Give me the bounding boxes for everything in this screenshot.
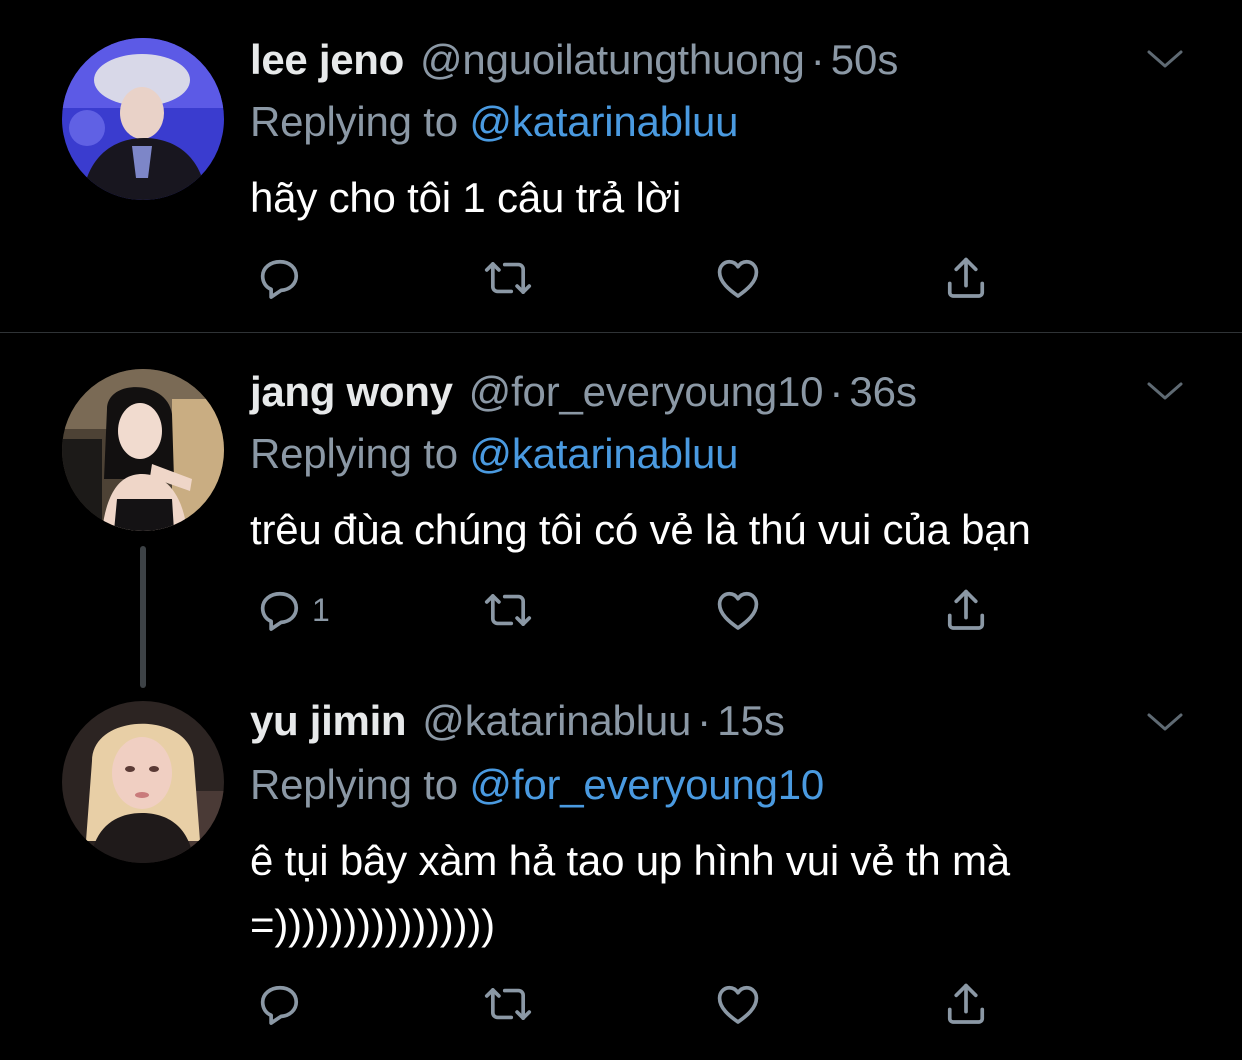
- retweet-icon: [482, 584, 534, 636]
- avatar[interactable]: [62, 38, 224, 200]
- like-icon: [712, 252, 764, 304]
- retweet-button[interactable]: [482, 976, 534, 1032]
- reply-button[interactable]: [254, 976, 312, 1032]
- replying-to: Replying to @for_everyoung10: [250, 759, 824, 811]
- timestamp[interactable]: 50s: [831, 34, 899, 86]
- reply-button[interactable]: [254, 250, 312, 306]
- separator-dot: ·: [829, 368, 844, 415]
- tweet[interactable]: yu jimin @katarinabluu · 15s Replying to…: [0, 665, 1242, 1060]
- separator-dot: ·: [810, 36, 825, 83]
- retweet-button[interactable]: [482, 582, 534, 638]
- replying-to-link[interactable]: @katarinabluu: [469, 98, 738, 145]
- reply-button[interactable]: 1: [254, 582, 330, 638]
- action-bar: [250, 976, 1010, 1032]
- share-button[interactable]: [940, 582, 992, 638]
- share-icon: [940, 252, 992, 304]
- replying-prefix: Replying to: [250, 761, 458, 808]
- share-button[interactable]: [940, 976, 992, 1032]
- reply-icon: [254, 978, 306, 1030]
- chevron-down-icon[interactable]: [1146, 711, 1184, 733]
- username[interactable]: @katarinabluu: [422, 695, 691, 747]
- display-name[interactable]: jang wony: [250, 366, 453, 418]
- display-name[interactable]: yu jimin: [250, 695, 407, 747]
- replying-prefix: Replying to: [250, 430, 458, 477]
- tweet-text: ê tụi bây xàm hả tao up hình vui vẻ th m…: [250, 837, 1010, 948]
- reply-icon: [254, 584, 306, 636]
- tweet-header: jang wony @for_everyoung10 · 36s: [250, 366, 917, 418]
- like-button[interactable]: [712, 582, 764, 638]
- avatar[interactable]: [62, 369, 224, 531]
- separator-dot: ·: [697, 697, 712, 744]
- username[interactable]: @nguoilatungthuong: [420, 34, 805, 86]
- like-icon: [712, 978, 764, 1030]
- chevron-down-icon[interactable]: [1146, 48, 1184, 70]
- share-button[interactable]: [940, 250, 992, 306]
- retweet-icon: [482, 252, 534, 304]
- tweet[interactable]: lee jeno @nguoilatungthuong · 50s Replyi…: [0, 0, 1242, 332]
- reply-count: 1: [312, 591, 330, 628]
- like-icon: [712, 584, 764, 636]
- tweet-text: hãy cho tôi 1 câu trả lời: [250, 174, 682, 221]
- action-bar: 1: [250, 582, 1010, 638]
- tweet-header: yu jimin @katarinabluu · 15s: [250, 695, 785, 747]
- tweet-text: trêu đùa chúng tôi có vẻ là thú vui của …: [250, 506, 1031, 553]
- timestamp[interactable]: 36s: [849, 366, 917, 418]
- avatar[interactable]: [62, 701, 224, 863]
- timestamp[interactable]: 15s: [717, 695, 785, 747]
- display-name[interactable]: lee jeno: [250, 34, 404, 86]
- retweet-button[interactable]: [482, 250, 534, 306]
- action-bar: [250, 250, 1010, 306]
- tweet[interactable]: jang wony @for_everyoung10 · 36s Replyin…: [0, 333, 1242, 683]
- replying-to: Replying to @katarinabluu: [250, 428, 738, 480]
- chevron-down-icon[interactable]: [1146, 380, 1184, 402]
- like-button[interactable]: [712, 976, 764, 1032]
- tweet-header: lee jeno @nguoilatungthuong · 50s: [250, 34, 898, 86]
- replying-prefix: Replying to: [250, 98, 458, 145]
- replying-to-link[interactable]: @for_everyoung10: [469, 761, 824, 808]
- replying-to: Replying to @katarinabluu: [250, 96, 738, 148]
- username[interactable]: @for_everyoung10: [469, 366, 824, 418]
- share-icon: [940, 978, 992, 1030]
- retweet-icon: [482, 978, 534, 1030]
- share-icon: [940, 584, 992, 636]
- like-button[interactable]: [712, 250, 764, 306]
- replying-to-link[interactable]: @katarinabluu: [469, 430, 738, 477]
- reply-icon: [254, 252, 306, 304]
